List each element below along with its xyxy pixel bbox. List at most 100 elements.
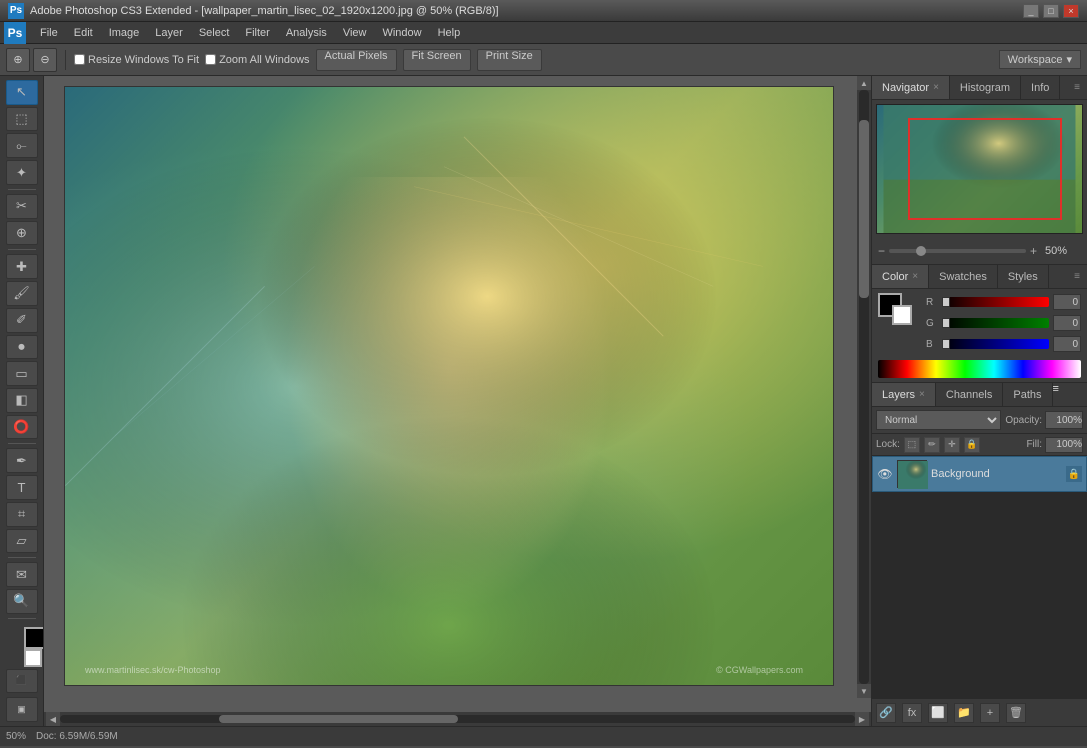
nav-zoom-minus-icon[interactable]: − bbox=[878, 244, 885, 258]
layer-link-icon[interactable]: 🔗 bbox=[876, 703, 896, 723]
scroll-v-track[interactable] bbox=[859, 90, 869, 684]
menu-view[interactable]: View bbox=[335, 25, 375, 41]
layer-delete-icon[interactable]: 🗑 bbox=[1006, 703, 1026, 723]
layers-panel-options[interactable]: ≡ bbox=[1053, 383, 1059, 406]
zoom-all-checkbox[interactable] bbox=[205, 54, 216, 65]
lock-all-icon[interactable]: 🔒 bbox=[964, 437, 980, 453]
scroll-up-arrow[interactable]: ▲ bbox=[857, 76, 871, 90]
canvas-container[interactable]: www.martinlisec.sk/cw-Photoshop © CGWall… bbox=[44, 76, 871, 712]
nav-zoom-plus-icon[interactable]: + bbox=[1030, 244, 1037, 258]
tab-layers[interactable]: Layers × bbox=[872, 383, 936, 406]
tool-pen[interactable]: ✒ bbox=[6, 448, 38, 473]
resize-windows-checkbox[interactable] bbox=[74, 54, 85, 65]
print-size-button[interactable]: Print Size bbox=[477, 49, 542, 71]
tool-brush[interactable]: 🖌 bbox=[6, 281, 38, 306]
layer-new-icon[interactable]: + bbox=[980, 703, 1000, 723]
workspace-button[interactable]: Workspace ▾ bbox=[999, 50, 1081, 69]
color-b-thumb[interactable] bbox=[942, 339, 950, 349]
tool-dodge[interactable]: ⭕ bbox=[6, 415, 38, 440]
zoom-all-check[interactable]: Zoom All Windows bbox=[205, 54, 309, 66]
tool-gradient[interactable]: ◧ bbox=[6, 388, 38, 413]
menu-select[interactable]: Select bbox=[191, 25, 238, 41]
tool-lasso[interactable]: ⟜ bbox=[6, 133, 38, 158]
close-button[interactable]: × bbox=[1063, 4, 1079, 18]
background-color[interactable] bbox=[24, 649, 42, 667]
menu-edit[interactable]: Edit bbox=[66, 25, 101, 41]
tool-heal[interactable]: ✚ bbox=[6, 254, 38, 279]
tool-notes[interactable]: ✉ bbox=[6, 562, 38, 587]
menu-layer[interactable]: Layer bbox=[147, 25, 191, 41]
zoom-in-icon[interactable]: ⊕ bbox=[6, 48, 30, 72]
layer-visibility-icon[interactable]: 👁 bbox=[877, 466, 893, 482]
color-r-value[interactable]: 0 bbox=[1053, 294, 1081, 310]
tab-info[interactable]: Info bbox=[1021, 76, 1060, 99]
tool-quick-mask[interactable]: ⬛ bbox=[6, 669, 38, 694]
color-r-thumb[interactable] bbox=[942, 297, 950, 307]
layer-group-icon[interactable]: 📁 bbox=[954, 703, 974, 723]
tab-histogram[interactable]: Histogram bbox=[950, 76, 1021, 99]
tool-clone[interactable]: ✐ bbox=[6, 308, 38, 333]
menu-image[interactable]: Image bbox=[101, 25, 148, 41]
menu-analysis[interactable]: Analysis bbox=[278, 25, 335, 41]
canvas-vertical-scrollbar[interactable]: ▲ ▼ bbox=[857, 76, 871, 698]
scroll-down-arrow[interactable]: ▼ bbox=[857, 684, 871, 698]
lock-image-icon[interactable]: ✏ bbox=[924, 437, 940, 453]
window-controls[interactable]: _ □ × bbox=[1023, 4, 1079, 18]
navigator-preview[interactable] bbox=[876, 104, 1083, 234]
color-g-track[interactable] bbox=[942, 318, 1049, 328]
tool-magic-wand[interactable]: ✦ bbox=[6, 160, 38, 185]
tab-styles[interactable]: Styles bbox=[998, 265, 1049, 288]
color-b-value[interactable]: 0 bbox=[1053, 336, 1081, 352]
lock-transparent-icon[interactable]: ⬚ bbox=[904, 437, 920, 453]
resize-windows-check[interactable]: Resize Windows To Fit bbox=[74, 54, 199, 66]
tool-shape[interactable]: ▱ bbox=[6, 529, 38, 554]
zoom-out-icon[interactable]: ⊖ bbox=[33, 48, 57, 72]
navigator-close-icon[interactable]: × bbox=[933, 82, 939, 93]
color-g-thumb[interactable] bbox=[942, 318, 950, 328]
tool-eyedropper[interactable]: ⊕ bbox=[6, 221, 38, 246]
scroll-left-arrow[interactable]: ◀ bbox=[46, 712, 60, 726]
tab-channels[interactable]: Channels bbox=[936, 383, 1003, 406]
tool-eraser[interactable]: ▭ bbox=[6, 361, 38, 386]
fit-screen-button[interactable]: Fit Screen bbox=[403, 49, 471, 71]
menu-help[interactable]: Help bbox=[430, 25, 469, 41]
tool-marquee[interactable]: ⬚ bbox=[6, 107, 38, 132]
menu-file[interactable]: File bbox=[32, 25, 66, 41]
color-panel-options[interactable]: ≡ bbox=[1067, 265, 1087, 288]
color-close-icon[interactable]: × bbox=[912, 271, 918, 282]
foreground-color[interactable] bbox=[24, 627, 45, 649]
tool-history[interactable]: ⏺ bbox=[6, 335, 38, 360]
color-r-track[interactable] bbox=[942, 297, 1049, 307]
color-b-track[interactable] bbox=[942, 339, 1049, 349]
actual-pixels-button[interactable]: Actual Pixels bbox=[316, 49, 397, 71]
minimize-button[interactable]: _ bbox=[1023, 4, 1039, 18]
layer-background[interactable]: 👁 Background 🔒 bbox=[872, 456, 1087, 492]
scroll-v-thumb[interactable] bbox=[859, 120, 869, 298]
maximize-button[interactable]: □ bbox=[1043, 4, 1059, 18]
fill-input[interactable] bbox=[1045, 437, 1083, 453]
layer-mask-icon[interactable]: ⬜ bbox=[928, 703, 948, 723]
opacity-input[interactable]: 100% bbox=[1045, 411, 1083, 429]
color-spectrum-bar[interactable] bbox=[878, 360, 1081, 378]
tab-color[interactable]: Color × bbox=[872, 265, 929, 288]
tool-zoom[interactable]: 🔍 bbox=[6, 589, 38, 614]
menu-window[interactable]: Window bbox=[374, 25, 429, 41]
tool-move[interactable]: ↖ bbox=[6, 80, 38, 105]
tab-paths[interactable]: Paths bbox=[1003, 383, 1052, 406]
blend-mode-select[interactable]: Normal bbox=[876, 410, 1001, 430]
zoom-thumb[interactable] bbox=[916, 246, 926, 256]
tab-swatches[interactable]: Swatches bbox=[929, 265, 998, 288]
tool-crop[interactable]: ✂ bbox=[6, 194, 38, 219]
navigator-panel-options[interactable]: ≡ bbox=[1067, 76, 1087, 99]
scroll-right-arrow[interactable]: ▶ bbox=[855, 712, 869, 726]
layers-close-icon[interactable]: × bbox=[919, 389, 925, 400]
tool-type[interactable]: T bbox=[6, 475, 38, 500]
scroll-h-thumb[interactable] bbox=[219, 715, 458, 723]
canvas-horizontal-scrollbar[interactable]: ◀ ▶ bbox=[44, 712, 871, 726]
layer-style-icon[interactable]: fx bbox=[902, 703, 922, 723]
color-g-value[interactable]: 0 bbox=[1053, 315, 1081, 331]
menu-filter[interactable]: Filter bbox=[237, 25, 277, 41]
color-background-box[interactable] bbox=[892, 305, 912, 325]
scroll-h-track[interactable] bbox=[60, 715, 855, 723]
lock-position-icon[interactable]: ✛ bbox=[944, 437, 960, 453]
